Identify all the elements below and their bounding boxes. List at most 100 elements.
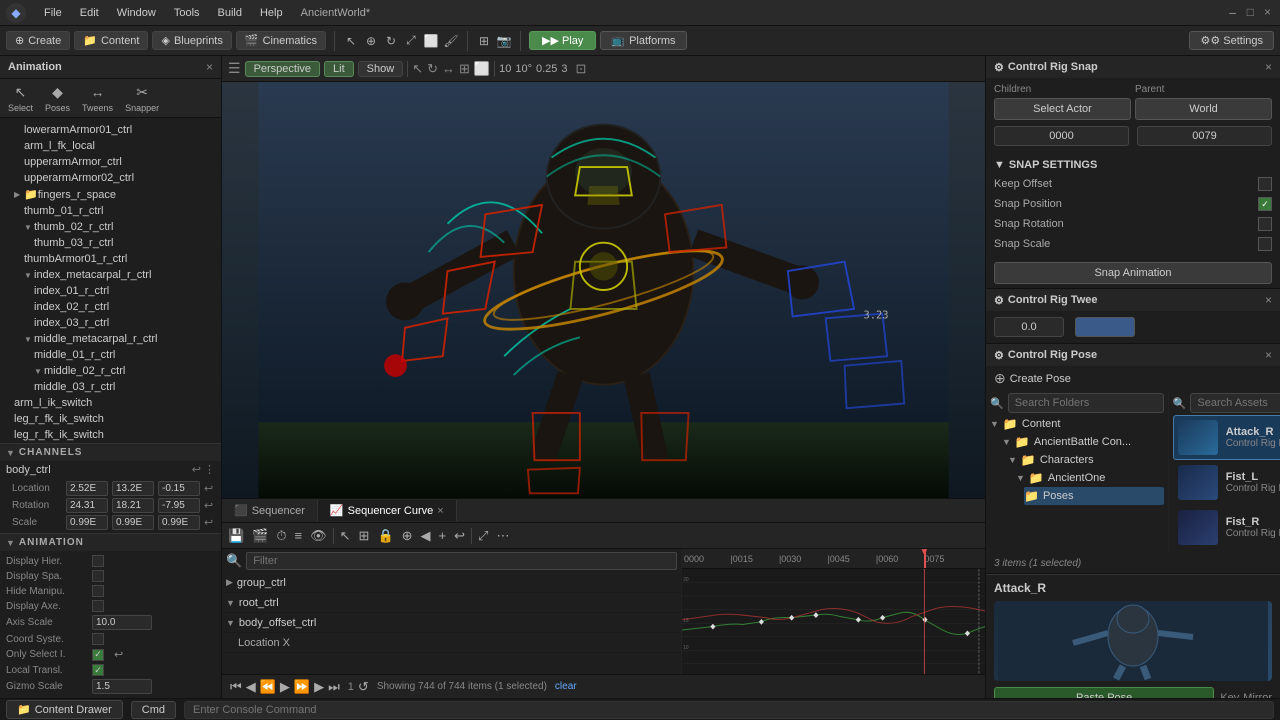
location-x-input[interactable] — [66, 481, 108, 496]
rotation-z-input[interactable] — [158, 498, 200, 513]
tree-item[interactable]: middle_03_r_ctrl — [0, 379, 221, 395]
tree-item[interactable]: upperarmArmor_ctrl — [0, 154, 221, 170]
snap-val-2-input[interactable] — [1137, 126, 1272, 146]
menu-tools[interactable]: Tools — [166, 5, 208, 21]
only-select-checkbox[interactable]: ✓ — [92, 649, 104, 661]
control-rig-pose-close[interactable]: × — [1265, 348, 1272, 362]
tree-item[interactable]: thumb_03_r_ctrl — [0, 235, 221, 251]
tree-item[interactable]: thumb_01_r_ctrl — [0, 203, 221, 219]
seq-snap-icon[interactable]: ⊕ — [400, 526, 415, 546]
pb-prev-frame[interactable]: ◀ — [246, 679, 256, 695]
camera-icon[interactable]: 📷 — [496, 33, 512, 49]
play-button[interactable]: ▶ ▶ Play — [529, 31, 596, 50]
tree-item[interactable]: upperarmArmor02_ctrl — [0, 170, 221, 186]
poses-tool[interactable]: ◆ Poses — [45, 83, 70, 113]
maximize-viewport-icon[interactable]: ⊡ — [576, 61, 587, 77]
tree-item[interactable]: index_03_r_ctrl — [0, 315, 221, 331]
gizmo-scale-input[interactable] — [92, 679, 152, 694]
animation-section-header[interactable]: ▼ ANIMATION — [0, 534, 221, 551]
pb-loop[interactable]: ↺ — [358, 679, 369, 695]
twee-color-picker[interactable] — [1075, 317, 1135, 337]
tree-item[interactable]: ▶ 📁 fingers_r_space — [0, 186, 221, 203]
control-rig-snap-close[interactable]: × — [1265, 60, 1272, 74]
pb-go-start[interactable]: ⏮ — [230, 679, 242, 695]
seq-cursor-icon[interactable]: ↖ — [338, 526, 353, 546]
viewport-menu-icon[interactable]: ☰ — [228, 60, 241, 77]
viewport-icon-3[interactable]: ↔ — [442, 61, 455, 76]
menu-help[interactable]: Help — [252, 5, 291, 21]
coord-syste-checkbox[interactable] — [92, 633, 104, 645]
seq-curve-tab-close[interactable]: × — [437, 505, 443, 517]
folder-ancientone-item[interactable]: ▼ 📁 AncientOne — [990, 469, 1164, 487]
folder-ancient-battle[interactable]: ▼ 📁 AncientBattle Con... — [990, 433, 1164, 451]
folder-ancientone[interactable]: ▼ 📁 AncientOne — [1016, 469, 1164, 487]
axis-scale-input[interactable] — [92, 615, 152, 630]
rect-select-icon[interactable]: ⬜ — [423, 33, 439, 49]
scale-reset-icon[interactable]: ↩ — [204, 516, 213, 529]
tree-item[interactable]: thumbArmor01_r_ctrl — [0, 251, 221, 267]
menu-file[interactable]: File — [36, 5, 70, 21]
reset-icon[interactable]: ↩ — [192, 463, 201, 476]
display-hier-checkbox[interactable] — [92, 555, 104, 567]
tree-item[interactable]: leg_r_fk_ik_switch — [0, 427, 221, 443]
console-input[interactable] — [184, 701, 1274, 719]
pb-go-end[interactable]: ⏭ — [328, 679, 340, 695]
display-axe-checkbox[interactable] — [92, 600, 104, 612]
seq-filter-icon[interactable]: ≡ — [293, 526, 305, 545]
main-viewport[interactable]: 3.23 — [222, 82, 985, 498]
snap-position-checkbox[interactable] — [1258, 197, 1272, 211]
minimize-icon[interactable]: − — [1229, 5, 1237, 21]
track-body-offset-ctrl[interactable]: ▼ body_offset_ctrl — [222, 613, 681, 633]
location-z-input[interactable] — [158, 481, 200, 496]
select-actor-button[interactable]: Select Actor — [994, 98, 1131, 120]
menu-window[interactable]: Window — [109, 5, 164, 21]
asset-search-input[interactable] — [1190, 393, 1280, 413]
tree-item[interactable]: ▼ index_metacarpal_r_ctrl — [0, 267, 221, 283]
viewport-icon-5[interactable]: ⬜ — [474, 61, 490, 77]
tree-item[interactable]: ▼ middle_metacarpal_r_ctrl — [0, 331, 221, 347]
translate-icon[interactable]: ⊕ — [363, 33, 379, 49]
settings-button[interactable]: ⚙ ⚙ Settings — [1189, 31, 1274, 50]
folder-poses[interactable]: 📁 Poses — [1024, 487, 1164, 505]
seq-camera-icon[interactable]: 🎬 — [250, 526, 270, 546]
seq-wrap-icon[interactable]: ↩ — [452, 526, 467, 546]
rotate-icon[interactable]: ↻ — [383, 33, 399, 49]
create-button[interactable]: ⊕ Create — [6, 31, 70, 50]
sequencer-curve-tab[interactable]: 📈 Sequencer Curve × — [318, 500, 457, 521]
seq-more-icon[interactable]: ⋯ — [494, 526, 511, 546]
pose-item-attack-r[interactable]: Attack_R Control Rig Pose — [1173, 415, 1280, 460]
animation-panel-close[interactable]: × — [206, 60, 213, 74]
tree-item[interactable]: leg_r_fk_ik_switch — [0, 411, 221, 427]
sequencer-timeline[interactable]: 0000 |0015 |0030 |0045 |0060 0075 — [682, 549, 985, 674]
lit-button[interactable]: Lit — [324, 61, 354, 77]
pb-forward[interactable]: ⏩ — [294, 679, 310, 695]
tree-item[interactable]: index_01_r_ctrl — [0, 283, 221, 299]
rotation-y-input[interactable] — [112, 498, 154, 513]
control-rig-twee-close[interactable]: × — [1265, 293, 1272, 307]
show-button[interactable]: Show — [358, 61, 404, 77]
menu-edit[interactable]: Edit — [72, 5, 107, 21]
only-select-reset[interactable]: ↩ — [114, 648, 123, 661]
tree-item[interactable]: middle_01_r_ctrl — [0, 347, 221, 363]
viewport-icon-2[interactable]: ↻ — [427, 61, 438, 77]
snapper-tool[interactable]: ✂ Snapper — [125, 83, 159, 113]
tree-item[interactable]: index_02_r_ctrl — [0, 299, 221, 315]
track-group-ctrl[interactable]: ▶ group_ctrl — [222, 573, 681, 593]
seq-lock-icon[interactable]: 🔒 — [375, 526, 395, 546]
blueprints-button[interactable]: ◈ Blueprints — [152, 31, 231, 50]
sequencer-playhead[interactable] — [924, 549, 926, 568]
snap-animation-button[interactable]: Snap Animation — [994, 262, 1272, 284]
perspective-button[interactable]: Perspective — [245, 61, 320, 77]
folder-search-input[interactable] — [1008, 393, 1164, 413]
cmd-button[interactable]: Cmd — [131, 701, 176, 719]
folder-poses-item[interactable]: 📁 Poses — [990, 487, 1164, 505]
keep-offset-checkbox[interactable] — [1258, 177, 1272, 191]
sequencer-filter-input[interactable] — [246, 552, 677, 570]
menu-build[interactable]: Build — [210, 5, 250, 21]
snap-settings-header[interactable]: ▼ SNAP SETTINGS — [994, 156, 1272, 174]
scale-y-input[interactable] — [112, 515, 154, 530]
hide-manip-checkbox[interactable] — [92, 585, 104, 597]
sequencer-tab[interactable]: ⬛ Sequencer — [222, 500, 318, 521]
scale-x-input[interactable] — [66, 515, 108, 530]
seq-clock-icon[interactable]: ⏱ — [274, 526, 288, 546]
